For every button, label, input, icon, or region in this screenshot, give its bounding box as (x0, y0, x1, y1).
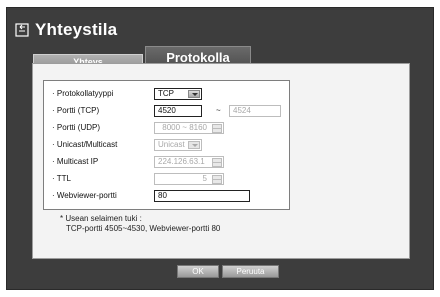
row-portti-tcp: · Portti (TCP) 4520 ~ 4524 (44, 105, 291, 117)
webviewer-portti-value: 80 (158, 191, 167, 200)
label-portti-udp: · Portti (UDP) (52, 123, 100, 132)
protokollatyyppi-value: TCP (158, 89, 174, 98)
ttl-input: 5 (154, 173, 224, 185)
portti-tcp-start-input[interactable]: 4520 (154, 105, 202, 117)
portti-tcp-end-input: 4524 (229, 105, 281, 117)
spinner-icon (212, 175, 222, 184)
window-title: Yhteystila (35, 20, 118, 39)
cancel-button[interactable]: Peruuta (222, 265, 279, 278)
help-note-line1: * Usean selaimen tuki : (60, 214, 142, 223)
label-portti-tcp: · Portti (TCP) (52, 106, 100, 115)
ok-button[interactable]: OK (177, 265, 219, 278)
row-portti-udp: · Portti (UDP) 8000 ~ 8160 (44, 122, 291, 134)
portti-tcp-start-value: 4520 (158, 106, 176, 115)
label-ttl: · TTL (52, 174, 71, 183)
help-note-line2: TCP-portti 4505~4530, Webviewer-portti 8… (66, 224, 221, 233)
row-ttl: · TTL 5 (44, 173, 291, 185)
title-bar: Yhteystila (15, 18, 117, 42)
label-webviewer-portti: · Webviewer-portti (52, 191, 117, 200)
row-webviewer-portti: · Webviewer-portti 80 (44, 190, 291, 202)
unicast-multicast-value: Unicast (158, 140, 185, 149)
row-multicast-ip: · Multicast IP 224.126.63.1 (44, 156, 291, 168)
portti-udp-input: 8000 ~ 8160 (154, 122, 224, 134)
label-unicast-multicast: · Unicast/Multicast (52, 140, 118, 149)
unicast-multicast-select: Unicast (154, 139, 202, 151)
protocol-form: · Protokollatyyppi TCP · Portti (TCP) 45… (43, 80, 290, 210)
back-icon[interactable] (15, 23, 29, 37)
range-separator: ~ (216, 106, 221, 115)
spinner-icon (212, 124, 222, 133)
chevron-down-icon (188, 141, 200, 149)
label-multicast-ip: · Multicast IP (52, 157, 99, 166)
protokollatyyppi-select[interactable]: TCP (154, 88, 202, 100)
row-unicast-multicast: · Unicast/Multicast Unicast (44, 139, 291, 151)
help-note: * Usean selaimen tuki : TCP-portti 4505~… (60, 214, 220, 234)
ttl-value: 5 (202, 174, 207, 183)
portti-tcp-end-value: 4524 (233, 106, 251, 115)
webviewer-portti-input[interactable]: 80 (154, 190, 250, 202)
portti-udp-value: 8000 ~ 8160 (162, 123, 207, 132)
multicast-ip-input: 224.126.63.1 (154, 156, 224, 168)
chevron-down-icon[interactable] (188, 90, 200, 98)
spinner-icon (212, 158, 222, 167)
row-protokollatyyppi: · Protokollatyyppi TCP (44, 88, 291, 100)
label-protokollatyyppi: · Protokollatyyppi (52, 89, 114, 98)
multicast-ip-value: 224.126.63.1 (158, 157, 205, 166)
